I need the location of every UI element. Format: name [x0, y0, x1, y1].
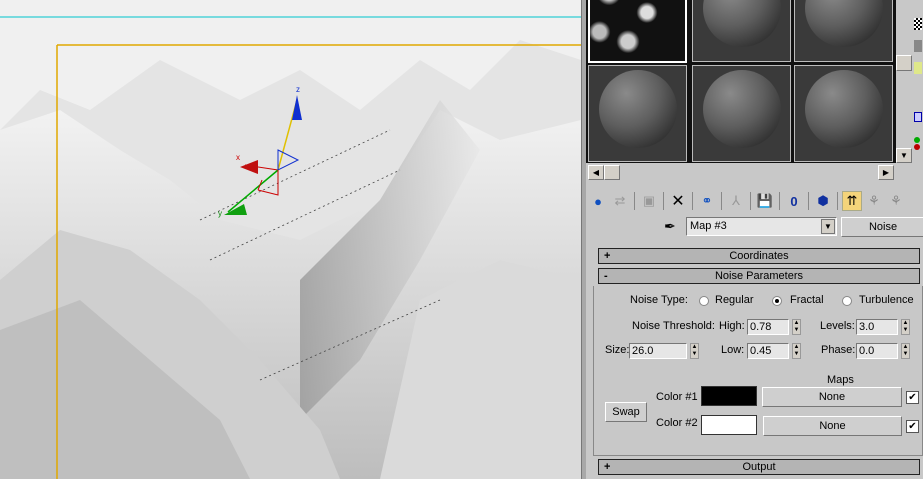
- levels-label: Levels:: [820, 320, 855, 332]
- low-spinner[interactable]: ▲ ▼: [792, 343, 801, 359]
- rollout-output[interactable]: + Output: [598, 459, 920, 475]
- reset-map-icon[interactable]: ✕: [668, 191, 688, 211]
- rollout-title: Output: [742, 461, 776, 473]
- material-slot-6[interactable]: [794, 65, 893, 162]
- assign-to-selection-icon[interactable]: ▣: [639, 191, 659, 211]
- phase-label: Phase:: [821, 344, 856, 356]
- chevron-down-icon[interactable]: ▼: [821, 219, 835, 234]
- show-end-result-icon[interactable]: ⬢: [813, 191, 833, 211]
- material-slot-1-noise[interactable]: [588, 0, 687, 63]
- make-unique-icon[interactable]: ⚭: [697, 191, 717, 211]
- scroll-down-arrow-icon[interactable]: ▼: [896, 148, 912, 163]
- noise-threshold-label: Noise Threshold:: [632, 320, 715, 332]
- color2-map-checkbox[interactable]: ✔: [906, 420, 919, 433]
- scroll-thumb[interactable]: [896, 55, 912, 71]
- radio-label: Fractal: [790, 294, 824, 306]
- material-slot-4[interactable]: [588, 65, 687, 162]
- scroll-thumb[interactable]: [604, 165, 620, 180]
- color2-swatch[interactable]: [701, 415, 757, 435]
- sample-uv-icon[interactable]: [914, 62, 922, 74]
- background-icon[interactable]: [914, 18, 922, 30]
- show-map-in-viewport-icon[interactable]: 0: [784, 191, 804, 211]
- collapse-icon: -: [604, 270, 608, 282]
- high-label: High:: [719, 320, 745, 332]
- svg-text:y: y: [218, 209, 222, 218]
- backlight-icon[interactable]: [914, 40, 922, 52]
- expand-icon: +: [604, 250, 611, 262]
- go-to-parent-icon[interactable]: ⇈: [842, 191, 862, 211]
- terrain-render: x y z: [0, 0, 581, 479]
- size-spinner[interactable]: ▲ ▼: [690, 343, 699, 359]
- map-type-button[interactable]: Noise: [841, 217, 923, 237]
- perspective-viewport[interactable]: x y z: [0, 0, 581, 479]
- expand-icon: +: [604, 461, 611, 473]
- low-label: Low:: [721, 344, 745, 356]
- rollout-title: Noise Parameters: [714, 270, 804, 282]
- low-input[interactable]: 0.45: [747, 343, 789, 359]
- material-slot-2[interactable]: [692, 0, 791, 62]
- svg-text:z: z: [296, 85, 300, 94]
- slots-vertical-scrollbar[interactable]: ▼: [896, 0, 912, 163]
- side-toolbar: [912, 0, 923, 190]
- eyedropper-icon[interactable]: ✒: [664, 218, 676, 235]
- go-forward-sibling-icon[interactable]: ⚘: [864, 191, 884, 211]
- options-icon: [914, 144, 920, 150]
- map-name: Map #3: [690, 220, 727, 232]
- size-label: Size:: [605, 344, 630, 356]
- slots-horizontal-scrollbar[interactable]: ◀ ▶: [588, 165, 894, 181]
- map-name-dropdown[interactable]: Map #3 ▼: [686, 217, 837, 236]
- size-input[interactable]: 26.0: [629, 343, 687, 359]
- rollout-noise-parameters[interactable]: - Noise Parameters: [598, 268, 920, 284]
- color1-map-checkbox[interactable]: ✔: [906, 391, 919, 404]
- levels-input[interactable]: 3.0: [856, 319, 898, 335]
- phase-spinner[interactable]: ▲ ▼: [901, 343, 910, 359]
- rollout-title: Coordinates: [729, 250, 789, 262]
- material-toolbar: ● ⇄ ▣ ✕ ⚭ ⅄ 💾 0 ⬢ ⇈ ⚘ ⚘: [588, 189, 923, 213]
- video-check-icon[interactable]: [914, 112, 922, 122]
- high-input[interactable]: 0.78: [747, 319, 789, 335]
- make-preview-icon[interactable]: [914, 137, 920, 143]
- scroll-right-arrow-icon[interactable]: ▶: [878, 165, 894, 180]
- color1-map-button[interactable]: None: [762, 387, 902, 407]
- color1-label: Color #1: [656, 391, 698, 403]
- noise-type-label: Noise Type:: [630, 294, 688, 306]
- get-material-icon[interactable]: ●: [588, 191, 608, 211]
- phase-input[interactable]: 0.0: [856, 343, 898, 359]
- swap-button[interactable]: Swap: [605, 402, 647, 422]
- material-slots: [586, 0, 896, 163]
- material-slot-3[interactable]: [794, 0, 893, 62]
- radio-label: Regular: [715, 294, 754, 306]
- radio-turbulence[interactable]: [842, 296, 852, 306]
- scroll-left-arrow-icon[interactable]: ◀: [588, 165, 604, 180]
- rollout-coordinates[interactable]: + Coordinates: [598, 248, 920, 264]
- radio-label: Turbulence: [859, 294, 914, 306]
- color2-map-button[interactable]: None: [763, 416, 902, 436]
- color2-label: Color #2: [656, 417, 698, 429]
- color1-swatch[interactable]: [701, 386, 757, 406]
- radio-regular[interactable]: [699, 296, 709, 306]
- svg-text:x: x: [236, 153, 240, 162]
- radio-fractal[interactable]: [772, 296, 782, 306]
- material-id-channel-icon[interactable]: 💾: [755, 191, 775, 211]
- high-spinner[interactable]: ▲ ▼: [792, 319, 801, 335]
- maps-label: Maps: [827, 374, 854, 386]
- material-navigator-icon[interactable]: ⚘: [886, 191, 906, 211]
- levels-spinner[interactable]: ▲ ▼: [901, 319, 910, 335]
- put-to-scene-icon[interactable]: ⇄: [610, 191, 630, 211]
- material-slot-5[interactable]: [692, 65, 791, 162]
- noise-parameters-panel: Noise Type: Regular Fractal Turbulence N…: [593, 286, 923, 456]
- put-to-library-icon[interactable]: ⅄: [726, 191, 746, 211]
